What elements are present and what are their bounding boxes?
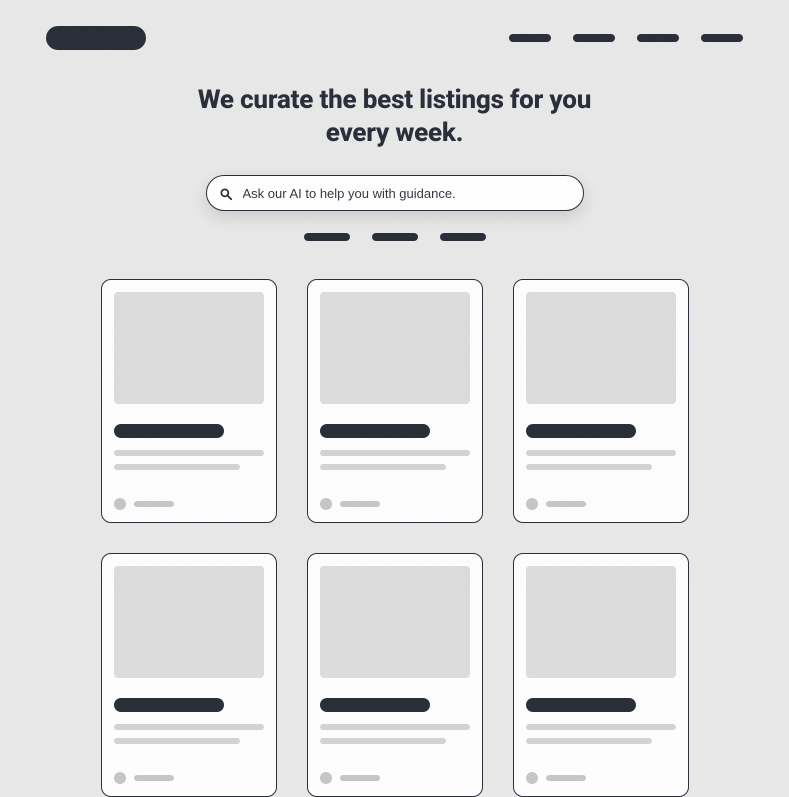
- card-text-line: [114, 464, 240, 470]
- filter-chips: Chip 1 Chip 2 Chip 3: [0, 233, 789, 241]
- listing-card[interactable]: [101, 279, 277, 523]
- avatar-icon: [526, 498, 538, 510]
- author-name: [340, 501, 380, 507]
- avatar-icon: [526, 772, 538, 784]
- search-input[interactable]: [243, 186, 571, 201]
- nav-link-1[interactable]: Link 1: [509, 34, 551, 42]
- card-image: [526, 292, 676, 404]
- hero: We curate the best listings for you ever…: [0, 84, 789, 149]
- listing-card[interactable]: [307, 279, 483, 523]
- nav-link-2[interactable]: Link 2: [573, 34, 615, 42]
- nav-link-4[interactable]: Link 4: [701, 34, 743, 42]
- search-icon: [219, 186, 233, 200]
- card-text-line: [114, 450, 264, 456]
- avatar-icon: [320, 772, 332, 784]
- card-text-line: [526, 724, 676, 730]
- card-text-line: [320, 724, 470, 730]
- listing-grid: [0, 279, 789, 797]
- chip-1[interactable]: Chip 1: [304, 233, 350, 241]
- card-footer: [526, 498, 676, 510]
- hero-title: We curate the best listings for you ever…: [180, 84, 610, 149]
- card-text-line: [526, 464, 652, 470]
- chip-2[interactable]: Chip 2: [372, 233, 418, 241]
- logo[interactable]: Logo: [46, 26, 146, 50]
- card-image: [114, 566, 264, 678]
- card-footer: [320, 772, 470, 784]
- card-text-line: [114, 738, 240, 744]
- card-image: [526, 566, 676, 678]
- search-bar[interactable]: [206, 175, 584, 211]
- card-text-line: [114, 724, 264, 730]
- card-image: [320, 292, 470, 404]
- card-footer: [320, 498, 470, 510]
- listing-card[interactable]: [513, 279, 689, 523]
- card-title: [526, 698, 636, 712]
- author-name: [546, 775, 586, 781]
- card-text-line: [320, 464, 446, 470]
- card-text-line: [526, 738, 652, 744]
- card-title: [114, 698, 224, 712]
- chip-3[interactable]: Chip 3: [440, 233, 486, 241]
- card-footer: [114, 772, 264, 784]
- author-name: [546, 501, 586, 507]
- card-title: [114, 424, 224, 438]
- avatar-icon: [114, 772, 126, 784]
- header: Logo Link 1 Link 2 Link 3 Link 4: [0, 0, 789, 50]
- author-name: [134, 775, 174, 781]
- nav-links: Link 1 Link 2 Link 3 Link 4: [509, 34, 743, 42]
- card-text-line: [320, 738, 446, 744]
- card-image: [320, 566, 470, 678]
- card-title: [320, 424, 430, 438]
- card-footer: [114, 498, 264, 510]
- card-image: [114, 292, 264, 404]
- card-text-line: [320, 450, 470, 456]
- card-text-line: [526, 450, 676, 456]
- avatar-icon: [114, 498, 126, 510]
- search-wrap: [0, 175, 789, 211]
- author-name: [134, 501, 174, 507]
- nav-link-3[interactable]: Link 3: [637, 34, 679, 42]
- card-title: [526, 424, 636, 438]
- author-name: [340, 775, 380, 781]
- card-footer: [526, 772, 676, 784]
- avatar-icon: [320, 498, 332, 510]
- card-title: [320, 698, 430, 712]
